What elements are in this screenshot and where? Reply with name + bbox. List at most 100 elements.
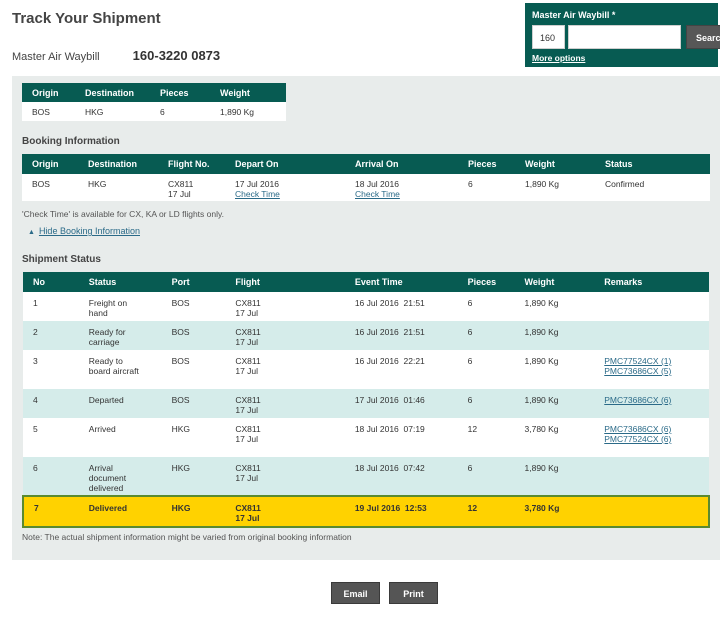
awb-prefix-input[interactable]: 160 [532,25,565,49]
shipment-port: BOS [161,350,226,389]
shipment-flight-date: 17 Jul [235,337,259,347]
shipment-status-line: Freight on [88,298,128,308]
shipment-event-time: 16 Jul 2016 21:51 [344,292,458,321]
shipment-no: 1 [23,292,79,321]
shipment-weight: 3,780 Kg [514,495,595,528]
shipment-status-title: Shipment Status [22,254,101,265]
uld-remark-link[interactable]: PMC73686CX (6) [604,424,709,434]
more-options-link[interactable]: More options [532,53,585,63]
summary-header-destination: Destination [75,83,150,102]
shipment-flight-no: CX811 [235,327,261,337]
shipment-no: 2 [23,321,79,350]
shipment-status-cell: Arrived [78,418,162,457]
shipment-row: 6 Arrival document delivered HKG CX811 17 Jul 1… [23,457,709,496]
shipment-no: 6 [23,457,79,496]
booking-header-depart: Depart On [225,154,345,174]
awb-search-box: Master Air Waybill * 160 Search More opt… [525,3,720,67]
hide-booking-info-link[interactable]: ▲ Hide Booking Information [28,226,140,236]
shipment-flight-cell: CX811 17 Jul [225,418,345,457]
shipment-pieces: 6 [457,389,515,418]
shipment-port: HKG [161,495,226,528]
arrival-check-time-link[interactable]: Check Time [355,189,458,199]
summary-header-weight: Weight [210,83,286,102]
print-button[interactable]: Print [389,582,438,604]
shipment-no: 5 [23,418,79,457]
shipment-status-table: No Status Port Flight Event Time Pieces … [22,272,710,528]
uld-remark-link[interactable]: PMC73686CX (6) [604,395,709,405]
shipment-header-no: No [23,272,79,292]
shipment-flight-no: CX811 [235,503,261,513]
shipment-status-cell: Ready to board aircraft [78,350,162,389]
shipment-header-remarks: Remarks [594,272,709,292]
booking-header-destination: Destination [78,154,158,174]
shipment-no: 3 [23,350,79,389]
booking-depart-date: 17 Jul 2016 [235,179,279,189]
shipment-pieces: 12 [457,495,515,528]
shipment-pieces: 12 [457,418,515,457]
shipment-event-time: 18 Jul 2016 07:42 [344,457,458,496]
shipment-no: 7 [22,495,79,528]
shipment-pieces: 6 [457,292,515,321]
booking-row: BOS HKG CX811 17 Jul 17 Jul 2016 Check T… [22,174,710,201]
summary-header-row: Origin Destination Pieces Weight [22,83,286,102]
shipment-status-line: Arrived [88,424,116,434]
shipment-flight-no: CX811 [235,463,261,473]
shipment-row: 4 Departed BOS CX811 17 Jul 17 Jul 2016 01:46… [23,389,709,418]
shipment-flight-no: CX811 [235,424,261,434]
shipment-header-pieces: Pieces [457,272,515,292]
summary-origin: BOS [22,102,75,121]
shipment-no: 4 [23,389,79,418]
shipment-status-line: document [88,473,127,483]
booking-header-status: Status [595,154,710,174]
shipment-flight-date: 17 Jul [235,308,259,318]
search-button[interactable]: Search [686,25,720,49]
booking-flight-date: 17 Jul [168,189,191,199]
booking-header-arrival: Arrival On [345,154,458,174]
uld-remark-link[interactable]: PMC77524CX (6) [604,434,709,444]
shipment-status-line: Departed [88,395,124,405]
hide-booking-info-label: Hide Booking Information [38,226,140,236]
shipment-weight: 3,780 Kg [514,418,595,457]
uld-remark-link[interactable]: PMC77524CX (1) [604,356,709,366]
booking-header-flight: Flight No. [158,154,225,174]
shipment-flight-cell: CX811 17 Jul [225,292,345,321]
shipment-status-line: delivered [88,483,124,493]
booking-flight: CX811 17 Jul [158,174,225,201]
shipment-remarks-cell [594,321,709,350]
booking-header-origin: Origin [22,154,78,174]
summary-destination: HKG [75,102,150,121]
awb-number-input[interactable] [568,25,681,49]
awb-search-label: Master Air Waybill * [532,10,616,20]
shipment-event-time: 17 Jul 2016 01:46 [344,389,458,418]
shipment-port: HKG [161,457,226,496]
shipment-event-time: 16 Jul 2016 21:51 [344,321,458,350]
booking-table: Origin Destination Flight No. Depart On … [22,154,710,201]
shipment-status-cell: Arrival document delivered [78,457,162,496]
email-button[interactable]: Email [331,582,380,604]
shipment-header-weight: Weight [514,272,595,292]
shipment-status-cell: Freight on hand [78,292,162,321]
booking-arrival: 18 Jul 2016 Check Time [345,174,458,201]
shipment-flight-cell: CX811 17 Jul [225,457,345,496]
booking-header-pieces: Pieces [458,154,515,174]
shipment-row: 5 Arrived HKG CX811 17 Jul 18 Jul 2016 07:19 1… [23,418,709,457]
depart-check-time-link[interactable]: Check Time [235,189,345,199]
shipment-status-line: board aircraft [88,366,139,376]
shipment-remarks-cell [594,292,709,321]
shipment-weight: 1,890 Kg [514,457,595,496]
shipment-status-cell: Ready for carriage [78,321,162,350]
uld-remark-link[interactable]: PMC73686CX (5) [604,366,709,376]
shipment-flight-no: CX811 [235,356,261,366]
check-time-note: 'Check Time' is available for CX, KA or … [22,209,224,219]
shipment-remarks-cell [594,495,710,528]
shipment-status-cell: Departed [78,389,162,418]
page-title: Track Your Shipment [12,10,161,27]
summary-header-origin: Origin [22,83,75,102]
shipment-flight-cell: CX811 17 Jul [225,321,345,350]
booking-weight: 1,890 Kg [515,174,595,201]
shipment-remarks-cell: PMC73686CX (6) [594,389,709,418]
shipment-status-cell: Delivered [78,495,162,528]
shipment-status-line: Delivered [88,503,128,513]
shipment-pieces: 6 [457,457,515,496]
shipment-header-port: Port [161,272,226,292]
